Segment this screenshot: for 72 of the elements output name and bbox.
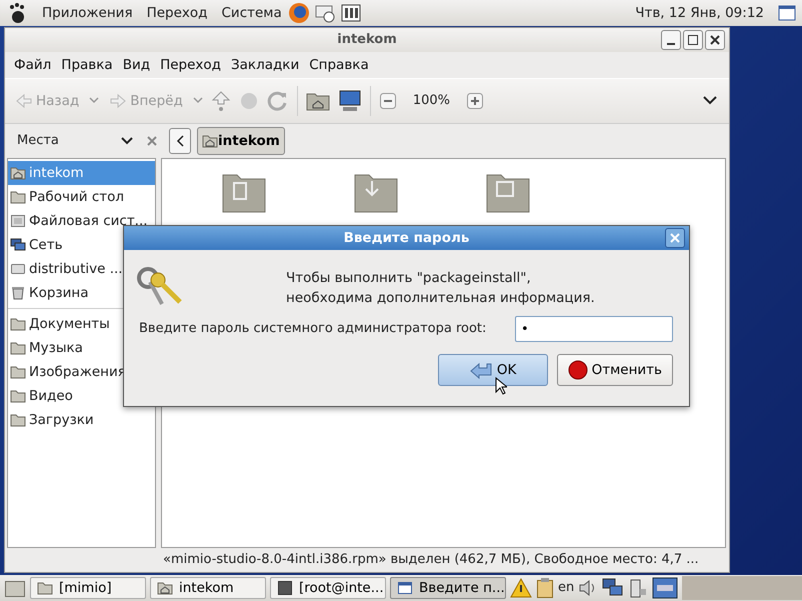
zoom-out-icon[interactable] [378, 92, 397, 110]
terminal-icon[interactable] [277, 580, 293, 596]
sidebar-item[interactable]: Загрузки [8, 408, 155, 432]
left-arrow-icon [15, 93, 33, 109]
globe-launcher-icon[interactable] [288, 2, 310, 24]
sidebar-item[interactable]: Музыка [8, 336, 155, 360]
mouse-pointer-icon [495, 377, 507, 395]
sidebar-item[interactable]: Видео [8, 384, 155, 408]
taskbar-task[interactable]: Введите п... [390, 577, 506, 599]
sidebar-item[interactable]: Сеть [8, 233, 155, 257]
panel-menu[interactable]: Переход [146, 2, 208, 24]
sidebar-item[interactable]: Рабочий стол [8, 185, 155, 209]
left-chevron-icon[interactable] [176, 135, 184, 147]
sidebar-item[interactable]: Корзина [8, 281, 155, 305]
folder-icon[interactable] [10, 316, 26, 332]
dialog-title: Введите пароль [344, 228, 470, 248]
menu-item[interactable]: Вид [118, 54, 156, 76]
folder-icon[interactable] [10, 364, 26, 380]
home-folder-icon[interactable] [10, 165, 26, 181]
folder-icon[interactable] [37, 580, 53, 596]
menu-item[interactable]: Закладки [226, 54, 304, 76]
chevron-down-icon[interactable] [703, 96, 717, 106]
menu-item[interactable]: Справка [304, 54, 374, 76]
enter-arrow-icon[interactable] [468, 361, 493, 379]
right-arrow-icon [109, 93, 128, 109]
dialog-message: Чтобы выполнить "packageinstall", необходима дополнительная информация. [286, 269, 595, 308]
computer-icon[interactable] [338, 89, 362, 113]
panel-menu[interactable]: Система [222, 2, 282, 24]
taskbar-task[interactable]: [mimio] [30, 577, 146, 599]
sidebar-item[interactable]: Файловая сист... [8, 209, 155, 233]
clipboard-icon[interactable] [536, 577, 554, 599]
equalizer-icon[interactable] [340, 2, 362, 24]
menu-item[interactable]: Файл [9, 54, 56, 76]
window-icon[interactable] [397, 580, 413, 596]
folder-icon[interactable] [10, 189, 26, 205]
show-desktop-icon[interactable] [4, 578, 26, 598]
path-back-button[interactable] [169, 128, 191, 154]
hardware-icon[interactable] [652, 577, 678, 599]
network-icon[interactable] [10, 237, 26, 253]
panel-clock[interactable]: Чтв, 12 Янв, 09:12 [635, 2, 764, 24]
taskbar-task[interactable]: [root@inte... [270, 577, 386, 599]
taskbar-task[interactable]: intekom [150, 577, 266, 599]
folder-icon[interactable] [10, 340, 26, 356]
folder-icon[interactable] [10, 388, 26, 404]
ok-button[interactable]: OK [438, 354, 548, 386]
sidebar-item[interactable]: Изображения [8, 360, 155, 384]
folder-icon[interactable] [10, 412, 26, 428]
drive-icon[interactable] [10, 213, 26, 229]
path-crumb-button[interactable]: intekom [197, 127, 285, 155]
keyboard-layout[interactable]: en [558, 578, 574, 598]
panel-menu[interactable]: Приложения [42, 2, 133, 24]
field-label: Введите пароль системного администратора root: [139, 320, 486, 338]
menu-item[interactable]: Переход [155, 54, 226, 76]
status-text: «mimio-studio-8.0-4intl.i386.rpm» выделен (462,7 МБ), Свободное место: 4,7 ... [163, 551, 699, 570]
home-folder-icon[interactable] [157, 580, 173, 596]
battery-plug-icon[interactable] [628, 577, 648, 599]
dropdown-caret-icon[interactable] [121, 137, 133, 145]
home-folder-icon[interactable] [202, 133, 218, 149]
cancel-button[interactable]: Отменить [556, 354, 673, 386]
warning-icon[interactable] [510, 577, 532, 599]
sidebar-item[interactable]: distributive ... [8, 257, 155, 281]
stop-sign-icon[interactable] [568, 360, 588, 380]
window-list-icon[interactable] [778, 5, 796, 21]
zoom-in-icon[interactable] [466, 92, 484, 110]
menu-item[interactable]: Правка [56, 54, 118, 76]
trash-icon[interactable] [10, 285, 26, 301]
dialog-close-button[interactable] [665, 228, 685, 248]
password-field[interactable]: • [515, 316, 673, 342]
zoom-level: 100% [412, 92, 451, 110]
window-title: intekom [337, 31, 397, 50]
workspace-switcher[interactable] [682, 576, 802, 600]
sidebar-title[interactable]: Места [17, 131, 59, 151]
